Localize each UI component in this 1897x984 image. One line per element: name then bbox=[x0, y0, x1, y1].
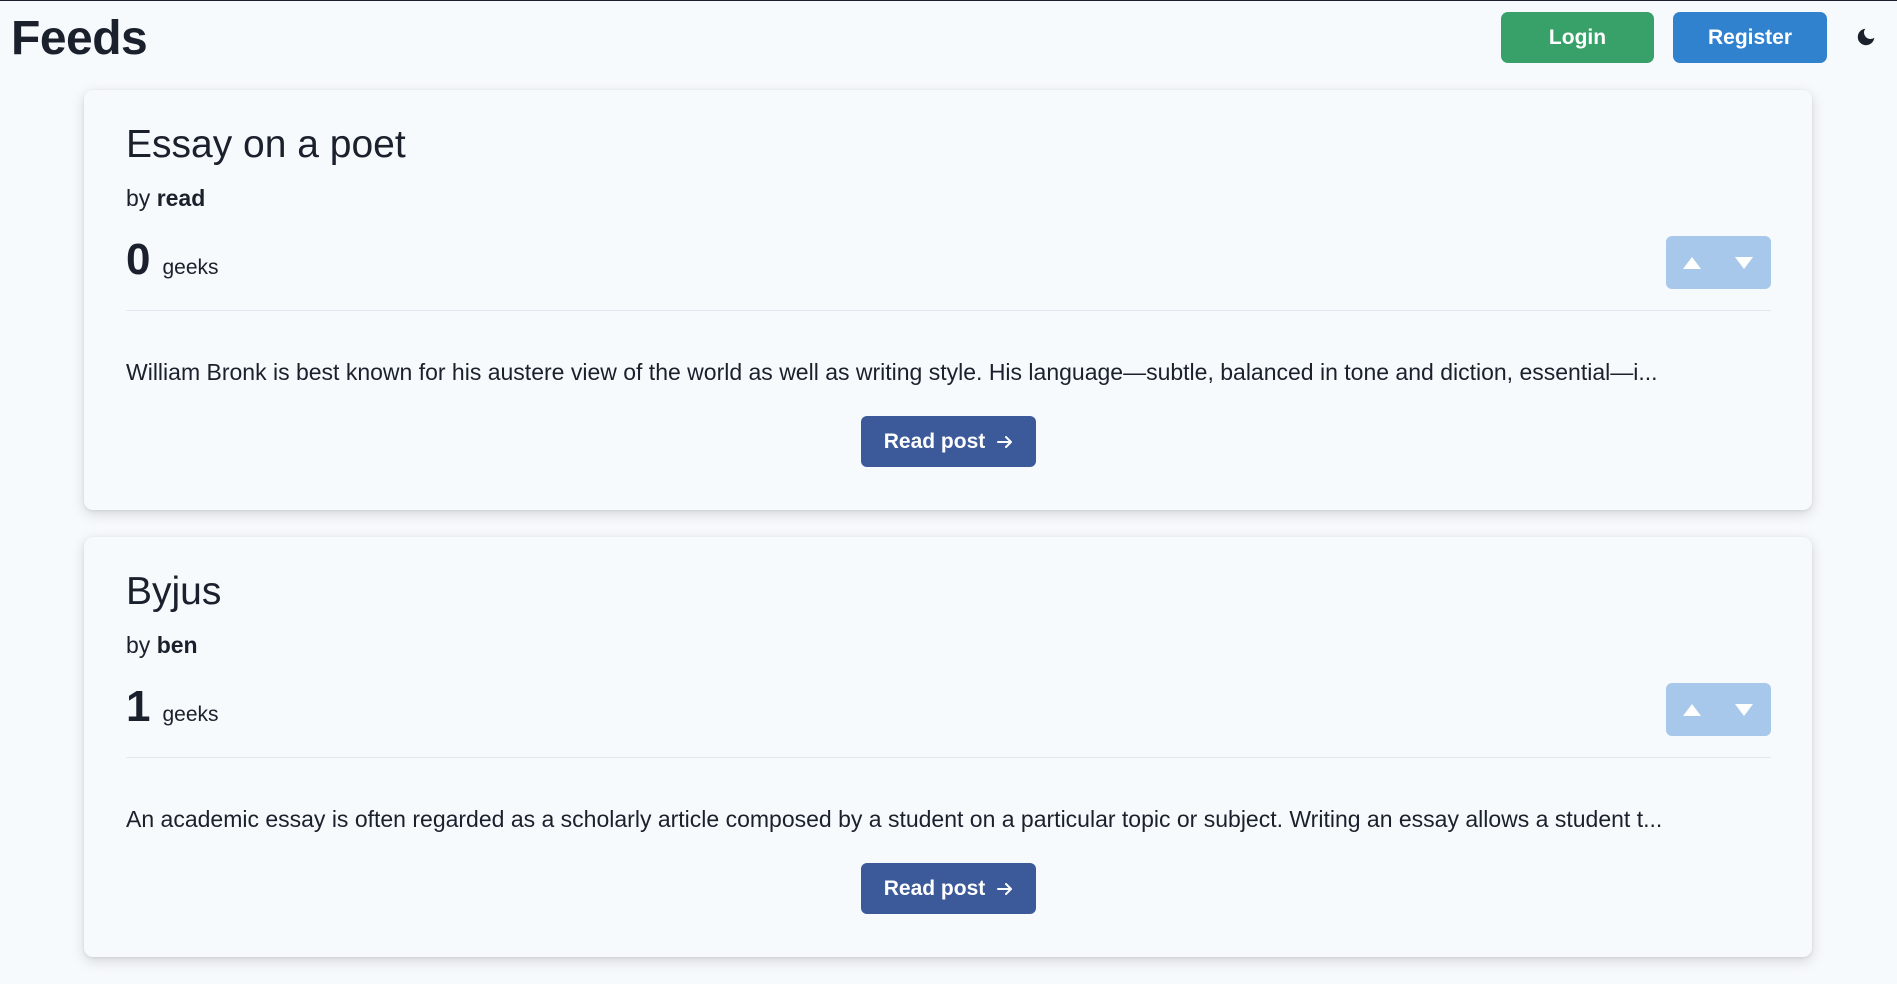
triangle-down-icon bbox=[1735, 703, 1753, 716]
page-title: Feeds bbox=[11, 12, 148, 65]
score-unit: geeks bbox=[162, 703, 219, 726]
vote-group bbox=[1666, 236, 1771, 289]
read-post-label: Read post bbox=[883, 876, 986, 900]
theme-toggle-button[interactable] bbox=[1850, 21, 1882, 53]
triangle-down-icon bbox=[1735, 256, 1753, 269]
login-button[interactable]: Login bbox=[1501, 12, 1654, 63]
downvote-button[interactable] bbox=[1718, 236, 1770, 289]
post-author: read bbox=[156, 185, 206, 211]
post-title: Essay on a poet bbox=[126, 123, 406, 166]
arrow-right-icon bbox=[997, 882, 1013, 895]
downvote-button[interactable] bbox=[1718, 683, 1770, 736]
card-divider bbox=[126, 310, 1771, 311]
score-value: 0 bbox=[126, 235, 151, 284]
score-value: 1 bbox=[126, 682, 151, 731]
by-label: by bbox=[126, 185, 151, 211]
post-card: Essay on a poet by read 0 geeks William … bbox=[84, 90, 1812, 510]
post-excerpt: William Bronk is best known for his aust… bbox=[126, 359, 1658, 385]
score-unit: geeks bbox=[162, 256, 219, 279]
triangle-up-icon bbox=[1683, 703, 1701, 716]
card-divider bbox=[126, 757, 1771, 758]
post-byline: by ben bbox=[126, 631, 198, 659]
read-post-button[interactable]: Read post bbox=[861, 863, 1036, 914]
score-row: 1 geeks bbox=[126, 681, 219, 733]
feed-list: Essay on a poet by read 0 geeks William … bbox=[84, 90, 1812, 984]
vote-group bbox=[1666, 683, 1771, 736]
read-post-label: Read post bbox=[883, 429, 986, 453]
score-row: 0 geeks bbox=[126, 234, 219, 286]
arrow-right-icon bbox=[997, 435, 1013, 448]
upvote-button[interactable] bbox=[1666, 683, 1718, 736]
post-card: Byjus by ben 1 geeks An academic essay i… bbox=[84, 537, 1812, 957]
post-title: Byjus bbox=[126, 570, 222, 613]
post-byline: by read bbox=[126, 184, 205, 212]
triangle-up-icon bbox=[1683, 256, 1701, 269]
post-author: ben bbox=[156, 632, 198, 658]
post-excerpt: An academic essay is often regarded as a… bbox=[126, 806, 1663, 832]
moon-icon bbox=[1857, 28, 1875, 46]
read-post-button[interactable]: Read post bbox=[861, 416, 1036, 467]
upvote-button[interactable] bbox=[1666, 236, 1718, 289]
app-header: Feeds Login Register bbox=[0, 1, 1897, 77]
register-button[interactable]: Register bbox=[1673, 12, 1827, 63]
by-label: by bbox=[126, 632, 151, 658]
